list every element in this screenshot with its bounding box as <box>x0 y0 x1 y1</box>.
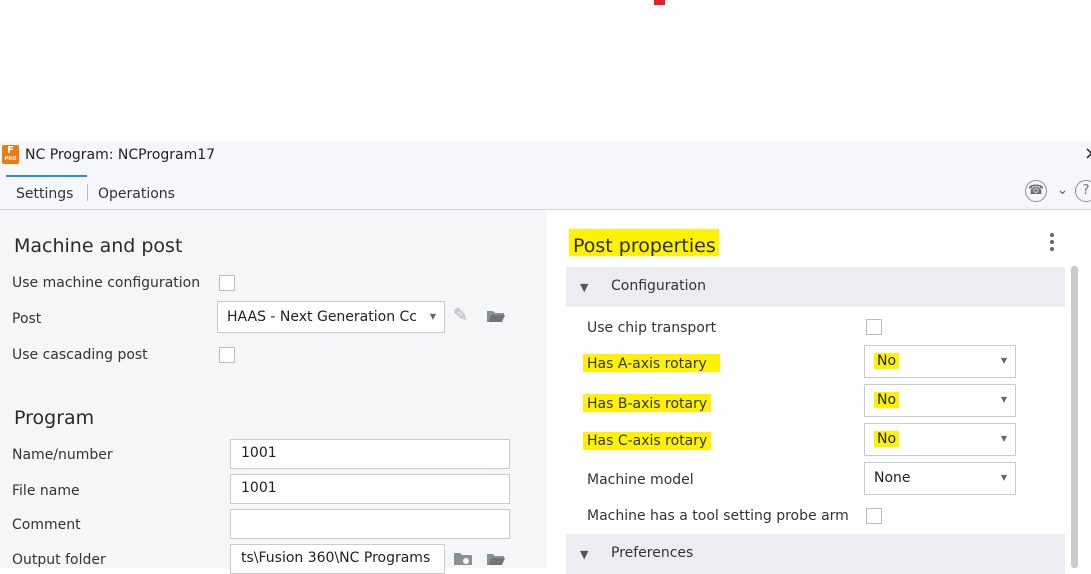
use-cascading-checkbox[interactable] <box>219 347 235 363</box>
has-b-axis-label: Has B-axis rotary <box>587 396 708 412</box>
chevron-down-icon[interactable]: ⌄ <box>1057 183 1068 198</box>
use-chip-transport-checkbox[interactable] <box>866 319 882 335</box>
has-a-axis-select[interactable]: No ▼ <box>864 345 1016 378</box>
help-icon[interactable]: ? <box>1075 180 1091 202</box>
more-options-icon[interactable] <box>1050 233 1056 254</box>
dropdown-arrow-icon: ▼ <box>1000 473 1007 482</box>
red-marker <box>654 0 665 5</box>
probe-arm-label: Machine has a tool setting probe arm <box>587 508 849 524</box>
tab-divider <box>87 184 88 201</box>
close-icon[interactable]: × <box>1084 143 1091 164</box>
tab-settings[interactable]: Settings <box>16 186 73 202</box>
machine-model-value: None <box>874 470 911 486</box>
dropdown-arrow-icon: ▼ <box>1000 395 1007 404</box>
use-machine-config-checkbox[interactable] <box>219 275 235 291</box>
name-number-input[interactable]: 1001 <box>230 439 510 469</box>
probe-arm-checkbox[interactable] <box>866 508 882 524</box>
has-b-axis-select[interactable]: No ▼ <box>864 384 1016 417</box>
active-tab-indicator <box>6 175 87 177</box>
comment-input[interactable] <box>230 509 510 539</box>
configuration-group-label: Configuration <box>611 278 706 294</box>
fusion-app-icon: F PRO <box>2 145 19 164</box>
post-label: Post <box>12 311 42 327</box>
comment-label: Comment <box>12 517 81 533</box>
post-select[interactable]: HAAS - Next Generation Cc ▼ <box>217 301 445 333</box>
output-folder-input[interactable]: ts\Fusion 360\NC Programs <box>230 544 445 574</box>
use-machine-config-label: Use machine configuration <box>12 275 201 291</box>
use-cascading-label: Use cascading post <box>12 347 148 363</box>
has-c-axis-value: No <box>874 431 900 447</box>
window-title: NC Program: NCProgram17 <box>25 147 216 163</box>
machine-post-heading: Machine and post <box>14 235 183 257</box>
dropdown-arrow-icon: ▼ <box>1000 356 1007 365</box>
has-c-axis-select[interactable]: No ▼ <box>864 423 1016 456</box>
phone-icon[interactable]: ☎ <box>1025 180 1047 202</box>
has-a-axis-value: No <box>874 353 900 369</box>
file-name-input[interactable]: 1001 <box>230 474 510 504</box>
post-properties-heading: Post properties <box>573 235 716 257</box>
dropdown-arrow-icon: ▼ <box>429 312 436 321</box>
has-c-axis-label: Has C-axis rotary <box>587 433 708 449</box>
vertical-scrollbar[interactable] <box>1071 266 1078 568</box>
output-folder-label: Output folder <box>12 552 106 568</box>
browse-folder-icon[interactable] <box>453 552 473 566</box>
preferences-group-label: Preferences <box>611 545 694 561</box>
name-number-label: Name/number <box>12 447 113 463</box>
post-select-value: HAAS - Next Generation Cc <box>227 309 417 325</box>
edit-pencil-icon[interactable]: ✎ <box>453 305 468 326</box>
program-heading: Program <box>14 407 95 429</box>
use-chip-transport-label: Use chip transport <box>587 320 717 336</box>
collapse-triangle-icon[interactable]: ▼ <box>580 548 588 561</box>
open-output-folder-icon[interactable] <box>486 552 506 566</box>
file-name-label: File name <box>12 483 80 499</box>
tab-operations[interactable]: Operations <box>98 186 175 202</box>
dropdown-arrow-icon: ▼ <box>1000 434 1007 443</box>
machine-model-label: Machine model <box>587 472 694 488</box>
collapse-triangle-icon[interactable]: ▼ <box>580 281 588 294</box>
has-b-axis-value: No <box>874 392 900 408</box>
has-a-axis-label: Has A-axis rotary <box>587 356 707 372</box>
open-folder-icon[interactable] <box>486 309 506 323</box>
machine-model-select[interactable]: None ▼ <box>864 462 1016 495</box>
